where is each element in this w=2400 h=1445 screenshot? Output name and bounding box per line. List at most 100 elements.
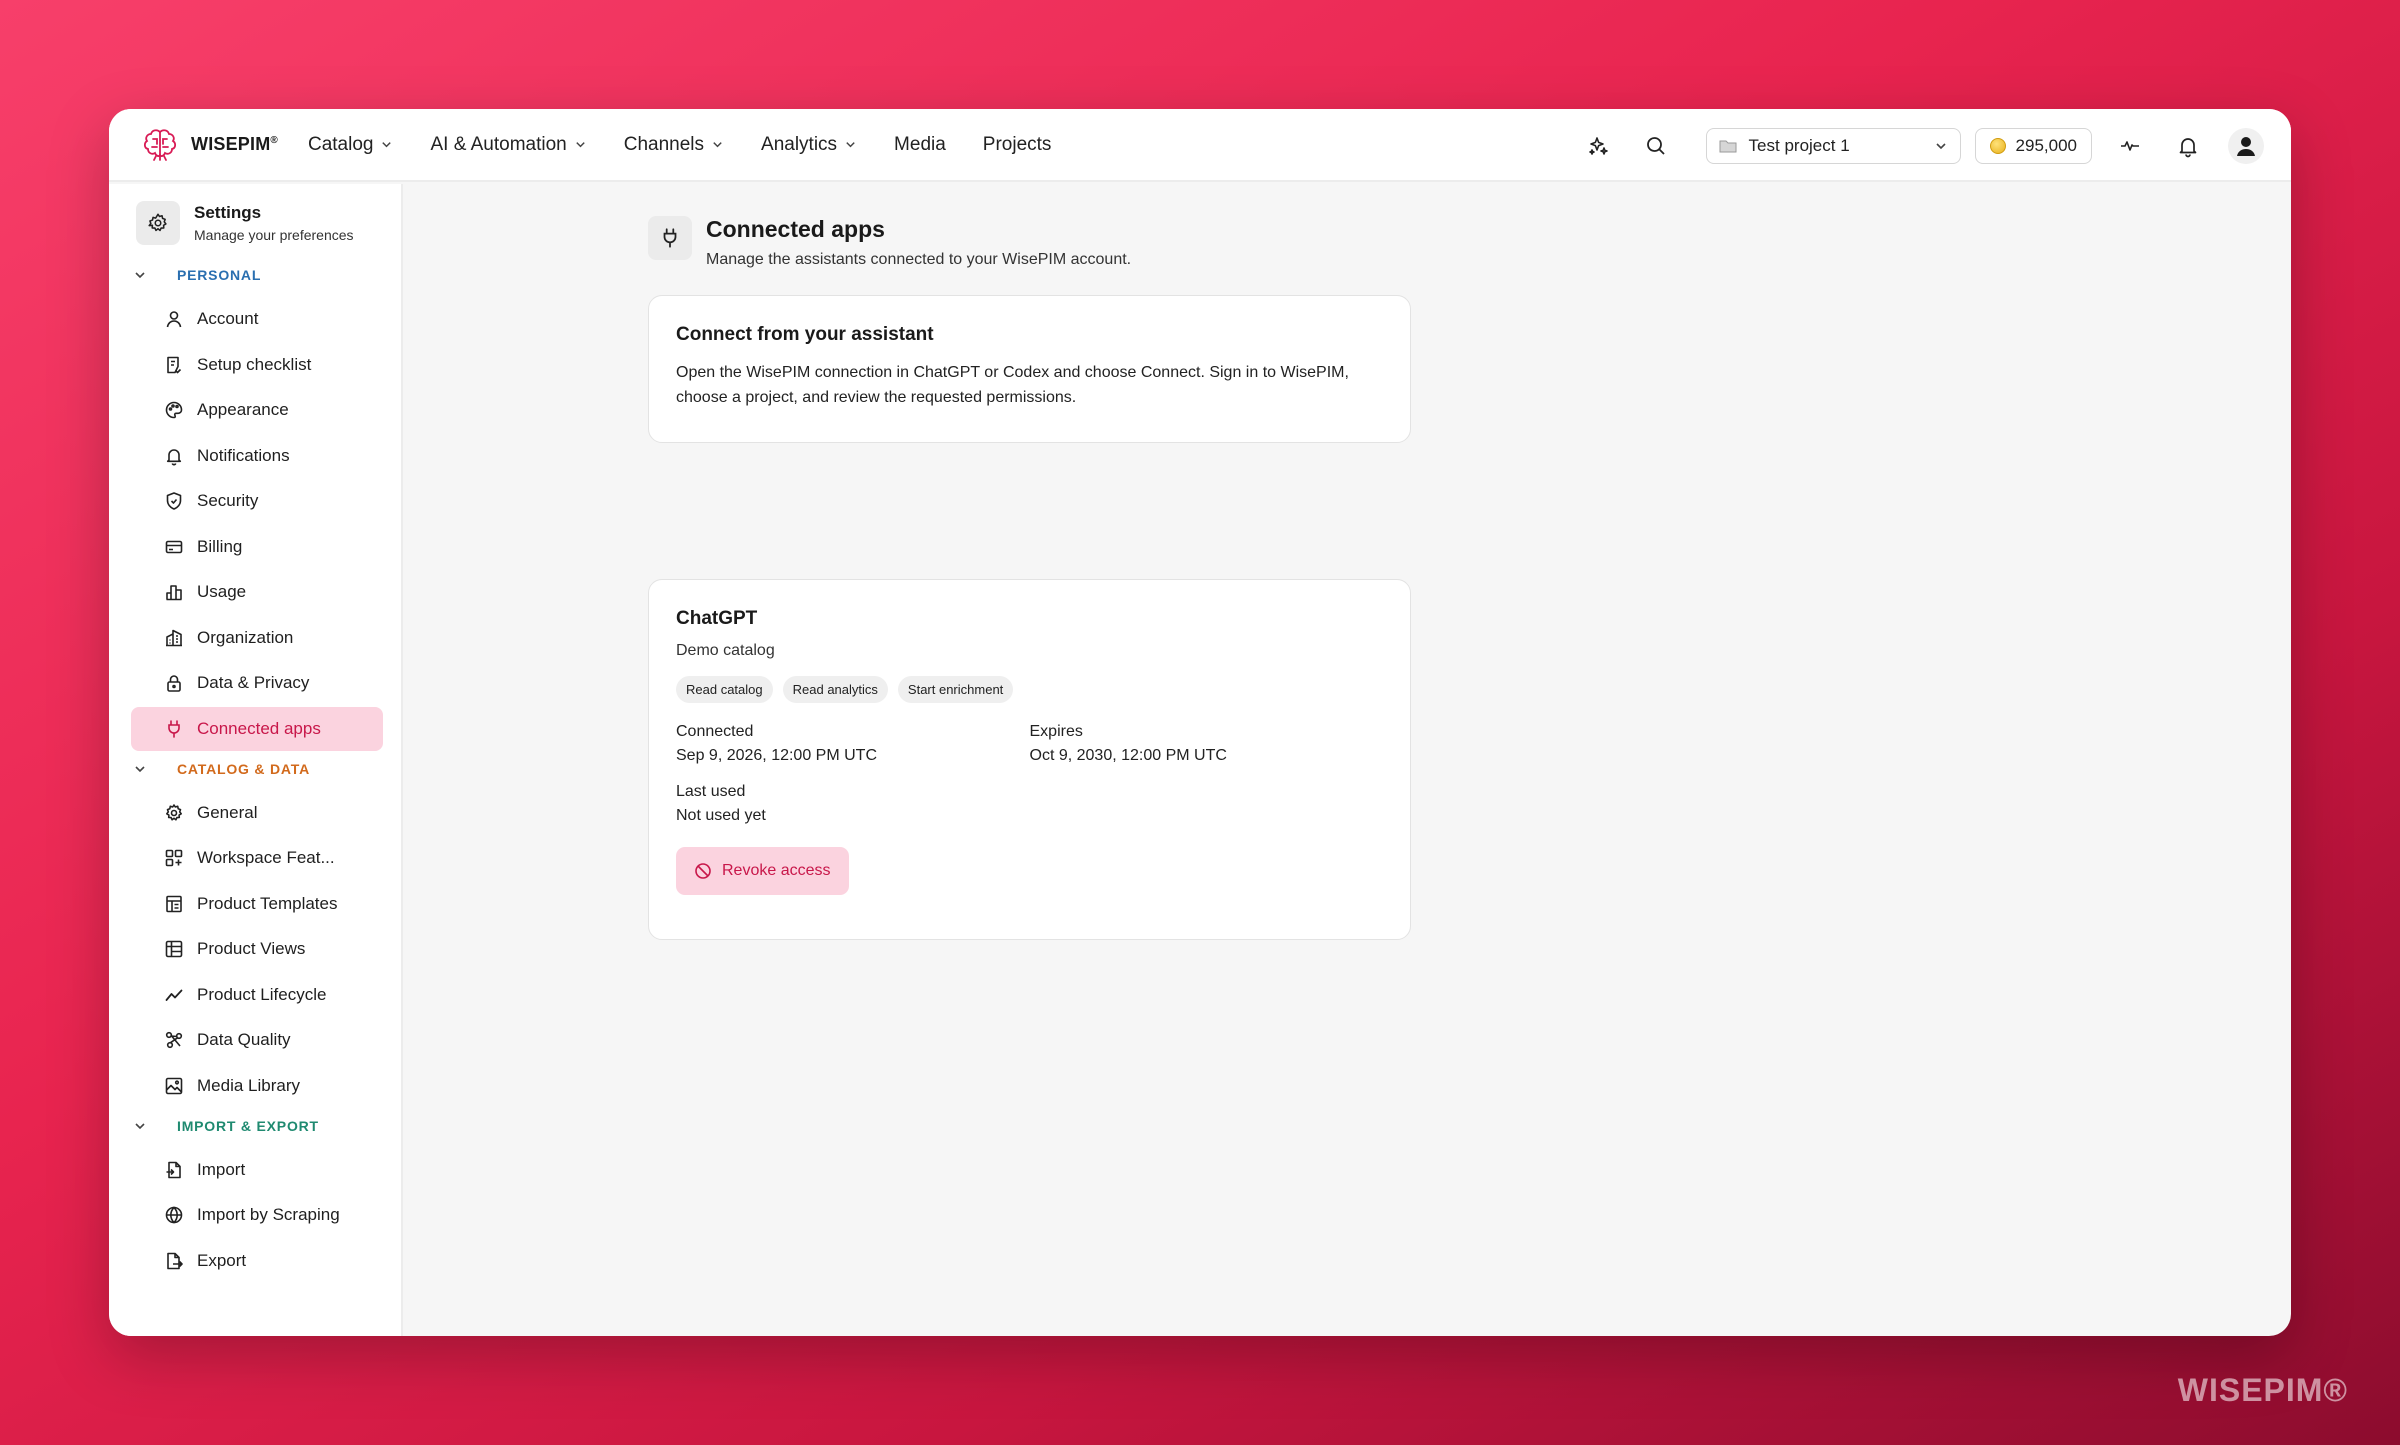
permission-chip: Start enrichment [897, 676, 1014, 703]
activity-button[interactable] [2110, 126, 2150, 166]
checklist-icon [167, 356, 182, 373]
chevron-down-icon [1935, 142, 1946, 149]
sidebar-item-general[interactable]: General [131, 791, 383, 835]
app-name: ChatGPT [676, 608, 758, 629]
gear-icon [148, 213, 167, 232]
sidebar-item-data-privacy[interactable]: Data & Privacy [131, 661, 383, 705]
sidebar-item-notifications[interactable]: Notifications [131, 434, 383, 478]
nav-ai-automation[interactable]: AI & Automation [430, 134, 586, 156]
nav-media[interactable]: Media [894, 134, 946, 156]
permission-chip: Read catalog [676, 676, 773, 703]
sparkle-icon [1588, 136, 1608, 155]
sidebar-item-product-lifecycle[interactable]: Product Lifecycle [131, 973, 383, 1017]
file-import-icon [166, 1161, 181, 1178]
brand-watermark: WISEPIM® [2177, 1372, 2348, 1408]
nav-analytics[interactable]: Analytics [761, 134, 857, 156]
sidebar-item-export[interactable]: Export [131, 1239, 383, 1283]
chevron-down-icon [135, 1122, 145, 1129]
sidebar-item-appearance[interactable]: Appearance [131, 388, 383, 432]
chevron-down-icon [575, 142, 585, 148]
project-select-value: Test project 1 [1748, 135, 1850, 155]
last-used-block: Last used Not used yet [676, 783, 1383, 825]
section-label-import-export: IMPORT & EXPORT [177, 1117, 319, 1134]
search-icon [1646, 136, 1665, 155]
settings-header: Settings Manage your preferences [136, 201, 401, 245]
file-export-icon [167, 1252, 183, 1269]
page-subtitle: Manage the assistants connected to your … [706, 251, 1132, 268]
user-avatar[interactable] [2228, 127, 2264, 164]
app-window: WISEPIM® Catalog AI & Automation Channel… [109, 109, 2291, 1336]
sidebar-item-media-library[interactable]: Media Library [131, 1064, 383, 1108]
brain-logo-icon [143, 128, 177, 161]
section-label-personal: PERSONAL [177, 267, 262, 283]
personal-items: Account Setup checklist Appearance Notif… [109, 297, 401, 751]
sidebar-item-product-templates[interactable]: Product Templates [131, 882, 383, 926]
brand-name: WISEPIM® [191, 134, 278, 154]
nodes-icon [165, 1031, 183, 1049]
trend-line-icon [165, 989, 183, 1001]
section-catalog-data[interactable]: CATALOG & DATA [133, 756, 401, 782]
sidebar-item-product-views[interactable]: Product Views [131, 927, 383, 971]
building-icon [166, 629, 182, 646]
grid-plus-icon [165, 849, 183, 867]
permission-chip: Read analytics [782, 676, 888, 703]
sidebar-item-workspace-features[interactable]: Workspace Feat... [131, 836, 383, 880]
sidebar-item-connected-apps[interactable]: Connected apps [131, 706, 383, 751]
plug-icon [663, 228, 677, 248]
notifications-button[interactable] [2168, 126, 2208, 166]
settings-header-icon-box [136, 201, 180, 245]
connect-instructions-card: Connect from your assistant Open the Wis… [648, 295, 1411, 443]
app-project: Demo catalog [676, 642, 775, 659]
connected-label: Connected [676, 723, 754, 740]
template-icon [166, 895, 182, 912]
coin-icon [1989, 137, 2006, 154]
top-right-controls: Test project 1 295,000 [1560, 109, 2264, 182]
lock-icon [167, 675, 181, 692]
sidebar-item-account[interactable]: Account [131, 297, 383, 341]
sidebar-item-security[interactable]: Security [131, 479, 383, 523]
section-personal[interactable]: PERSONAL [133, 262, 401, 288]
user-icon [166, 311, 182, 328]
activity-pulse-icon [2121, 140, 2139, 151]
settings-sidebar: Settings Manage your preferences PERSONA… [109, 184, 403, 1336]
revoke-access-button[interactable]: Revoke access [676, 847, 849, 895]
chevron-down-icon [846, 142, 855, 148]
sidebar-item-data-quality[interactable]: Data Quality [131, 1018, 383, 1062]
plug-icon [168, 719, 180, 738]
credits-badge[interactable]: 295,000 [1974, 127, 2092, 164]
sidebar-item-billing[interactable]: Billing [131, 525, 383, 569]
sidebar-item-import[interactable]: Import [131, 1148, 383, 1192]
sidebar-item-import-by-scraping[interactable]: Import by Scraping [131, 1193, 383, 1237]
ai-sparkle-button[interactable] [1578, 126, 1618, 166]
chevron-down-icon [135, 765, 145, 772]
nav-projects[interactable]: Projects [983, 134, 1052, 156]
credit-card-icon [165, 540, 183, 553]
search-button[interactable] [1636, 126, 1676, 166]
bell-icon [166, 448, 182, 465]
sidebar-item-setup-checklist[interactable]: Setup checklist [131, 343, 383, 387]
sidebar-item-usage[interactable]: Usage [131, 570, 383, 614]
catalog-data-items: General Workspace Feat... Product Templa… [109, 791, 401, 1108]
expires-label: Expires [1029, 723, 1083, 740]
shield-icon [166, 492, 182, 510]
project-select[interactable]: Test project 1 [1705, 127, 1961, 164]
folder-icon [1719, 140, 1737, 152]
main-nav: Catalog AI & Automation Channels Analyti… [308, 134, 1088, 156]
connect-card-text: Open the WisePIM connection in ChatGPT o… [676, 364, 1349, 406]
gear-icon [166, 803, 182, 821]
section-import-export[interactable]: IMPORT & EXPORT [133, 1113, 401, 1139]
brand-logo[interactable]: WISEPIM® [139, 124, 278, 166]
nav-channels[interactable]: Channels [624, 134, 724, 156]
connection-dates: Connected Sep 9, 2026, 12:00 PM UTC Expi… [676, 723, 1383, 765]
last-used-value: Not used yet [676, 807, 766, 824]
connect-card-title: Connect from your assistant [676, 324, 934, 345]
connected-value: Sep 9, 2026, 12:00 PM UTC [676, 747, 877, 764]
nav-catalog[interactable]: Catalog [308, 134, 394, 156]
top-navigation-bar: WISEPIM® Catalog AI & Automation Channel… [109, 109, 2291, 182]
expires-value: Oct 9, 2030, 12:00 PM UTC [1029, 747, 1227, 764]
chevron-down-icon [135, 272, 145, 279]
sidebar-item-organization[interactable]: Organization [131, 616, 383, 660]
page-header-icon-box [648, 216, 692, 260]
ban-icon [695, 863, 711, 879]
table-view-icon [165, 940, 183, 958]
